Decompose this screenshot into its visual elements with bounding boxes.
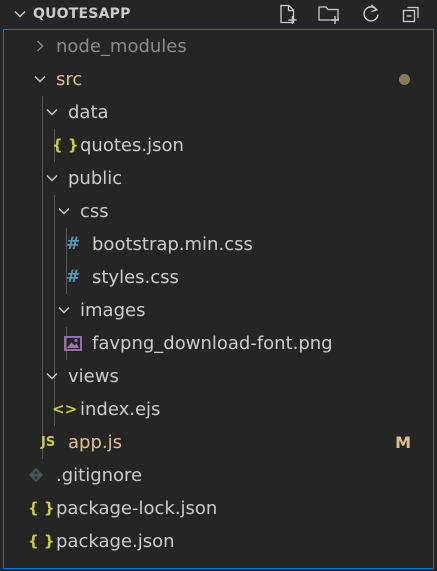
tree-item-label: app.js [68,432,122,453]
git-status-badge: M [395,433,411,452]
git-icon [28,467,44,483]
collapse-all-icon[interactable] [399,2,423,26]
js-icon: JS [41,435,56,450]
css-icon: # [66,267,81,287]
explorer-header[interactable]: QUOTESAPP [0,0,437,28]
explorer-title: QUOTESAPP [33,6,131,22]
tree-item-label: favpng_download-font.png [92,333,333,354]
modified-dot-icon [399,74,410,85]
json-icon: { } [28,532,55,550]
tree-item-public[interactable]: public [4,162,433,195]
tree-item-css[interactable]: css [4,195,433,228]
image-icon [64,336,82,351]
chevron-down-icon [46,109,58,116]
tree-item-label: css [80,201,109,222]
chevron-down-icon [34,76,46,83]
code-icon: <> [52,400,78,418]
tree-item-app-js[interactable]: JS app.js M [4,426,433,459]
tree-item-node-modules[interactable]: node_modules [4,30,433,63]
tree-item-package-json[interactable]: { } package.json [4,525,433,558]
chevron-down-icon [58,208,70,215]
tree-item-label: quotes.json [80,135,184,156]
tree-item-label: index.ejs [80,399,161,420]
tree-item-label: data [68,102,109,123]
tree-item-label: node_modules [56,36,187,57]
tree-item-index-ejs[interactable]: <> index.ejs [4,393,433,426]
tree-item-label: .gitignore [56,465,143,486]
file-tree[interactable]: node_modules src data { } quotes.json pu… [3,29,434,569]
new-file-icon[interactable] [276,2,300,26]
chevron-right-icon [37,40,44,52]
tree-item-styles-css[interactable]: # styles.css [4,261,433,294]
tree-item-images[interactable]: images [4,294,433,327]
tree-item-package-lock-json[interactable]: { } package-lock.json [4,492,433,525]
tree-item-label: images [80,300,146,321]
tree-item-label: views [68,366,119,387]
tree-item-label: bootstrap.min.css [92,234,253,255]
chevron-down-icon[interactable] [12,6,28,22]
tree-item-data[interactable]: data [4,96,433,129]
new-folder-icon[interactable] [317,2,341,26]
tree-item-src[interactable]: src [4,63,433,96]
css-icon: # [66,234,81,254]
chevron-down-icon [46,175,58,182]
tree-item-label: public [68,168,123,189]
tree-item-label: package.json [56,531,175,552]
refresh-icon[interactable] [359,2,383,26]
chevron-down-icon [46,373,58,380]
tree-item-label: package-lock.json [56,498,218,519]
tree-item-label: styles.css [92,267,179,288]
tree-item-favpng-download-font-png[interactable]: favpng_download-font.png [4,327,433,360]
json-icon: { } [52,136,79,154]
tree-item-gitignore[interactable]: .gitignore [4,459,433,492]
tree-item-views[interactable]: views [4,360,433,393]
tree-item-quotes-json[interactable]: { } quotes.json [4,129,433,162]
json-icon: { } [28,499,55,517]
chevron-down-icon [58,307,70,314]
tree-item-bootstrap-min-css[interactable]: # bootstrap.min.css [4,228,433,261]
tree-item-label: src [56,69,83,90]
